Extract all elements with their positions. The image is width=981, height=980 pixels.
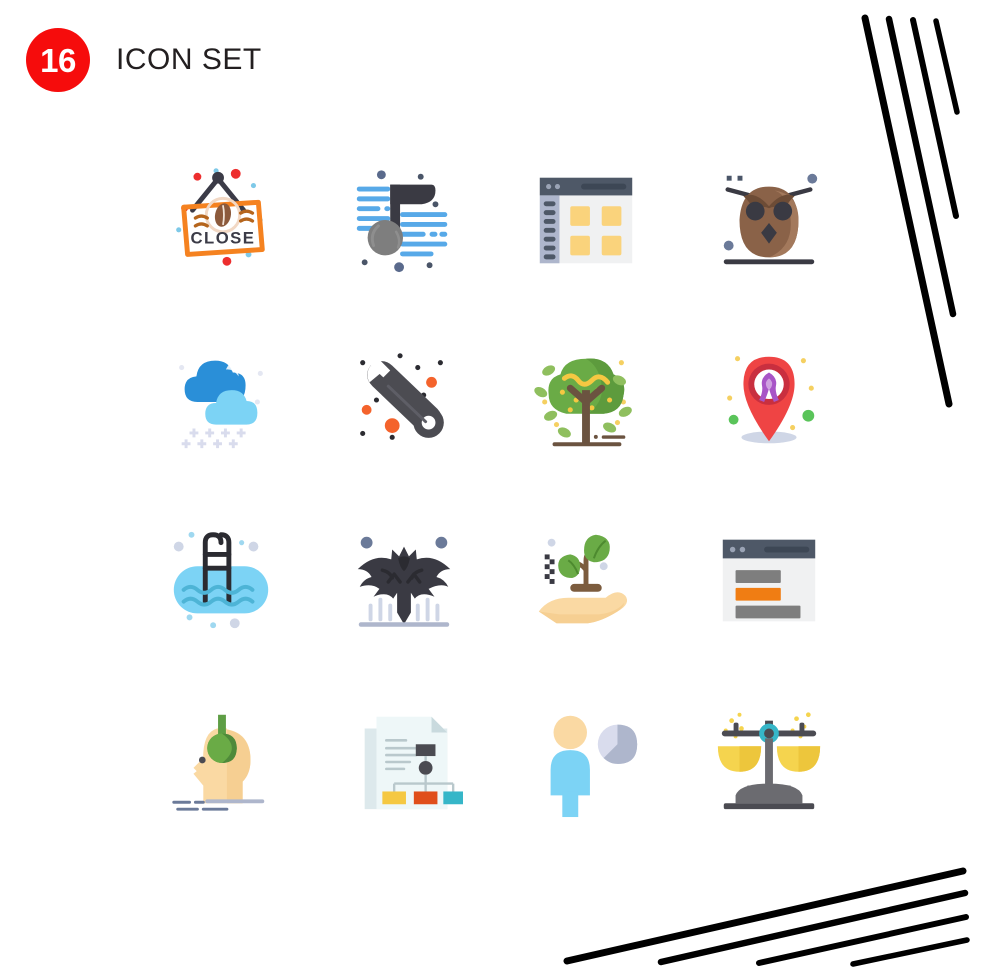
balance-scale-icon (717, 712, 820, 810)
icon-cell-browser-list[interactable] (678, 490, 861, 670)
icon-cell-browser-grid[interactable] (495, 130, 678, 310)
header: 16 Icon Set (26, 28, 262, 92)
icon-cell-music-note[interactable] (313, 130, 496, 310)
icon-count-value: 16 (40, 41, 76, 79)
snow-cloud-icon (179, 360, 264, 449)
owl-icon (723, 173, 817, 265)
icon-cell-person-ball[interactable] (495, 670, 678, 850)
icon-cell-hand-plant[interactable] (495, 490, 678, 670)
music-note-icon (356, 170, 448, 273)
browser-list-icon (722, 539, 815, 622)
page-title: Icon Set (116, 43, 262, 76)
icon-cell-swimming-pool[interactable] (130, 490, 313, 670)
close-sign-icon: CLOSE (176, 168, 266, 266)
icon-cell-snow-cloud[interactable] (130, 310, 313, 490)
icon-count-badge: 16 (26, 28, 90, 92)
icon-set-page: 16 Icon Set (0, 0, 981, 980)
icon-cell-awareness-pin[interactable] (678, 310, 861, 490)
icon-grid: CLOSE (130, 130, 860, 850)
document-flowchart-icon (364, 716, 463, 810)
icon-cell-wrench[interactable] (313, 310, 496, 490)
close-sign-text: CLOSE (191, 229, 256, 248)
bat-icon (357, 536, 450, 627)
icon-cell-close-sign[interactable]: CLOSE (130, 130, 313, 310)
icon-cell-document-flowchart[interactable] (313, 670, 496, 850)
person-ball-icon (550, 715, 638, 818)
icon-cell-head-idea[interactable] (130, 670, 313, 850)
diagonal-strokes-bottom-right (563, 867, 970, 967)
icon-cell-bat[interactable] (313, 490, 496, 670)
icon-cell-balance-scale[interactable] (678, 670, 861, 850)
browser-grid-icon (540, 177, 633, 264)
tree-icon (534, 358, 633, 447)
wrench-icon (359, 353, 444, 440)
head-idea-icon (172, 714, 265, 811)
icon-cell-tree[interactable] (495, 310, 678, 490)
cancer-awareness-pin-icon (726, 356, 814, 444)
hand-plant-icon (539, 534, 628, 624)
swimming-pool-icon (174, 531, 269, 629)
icon-cell-owl[interactable] (678, 130, 861, 310)
